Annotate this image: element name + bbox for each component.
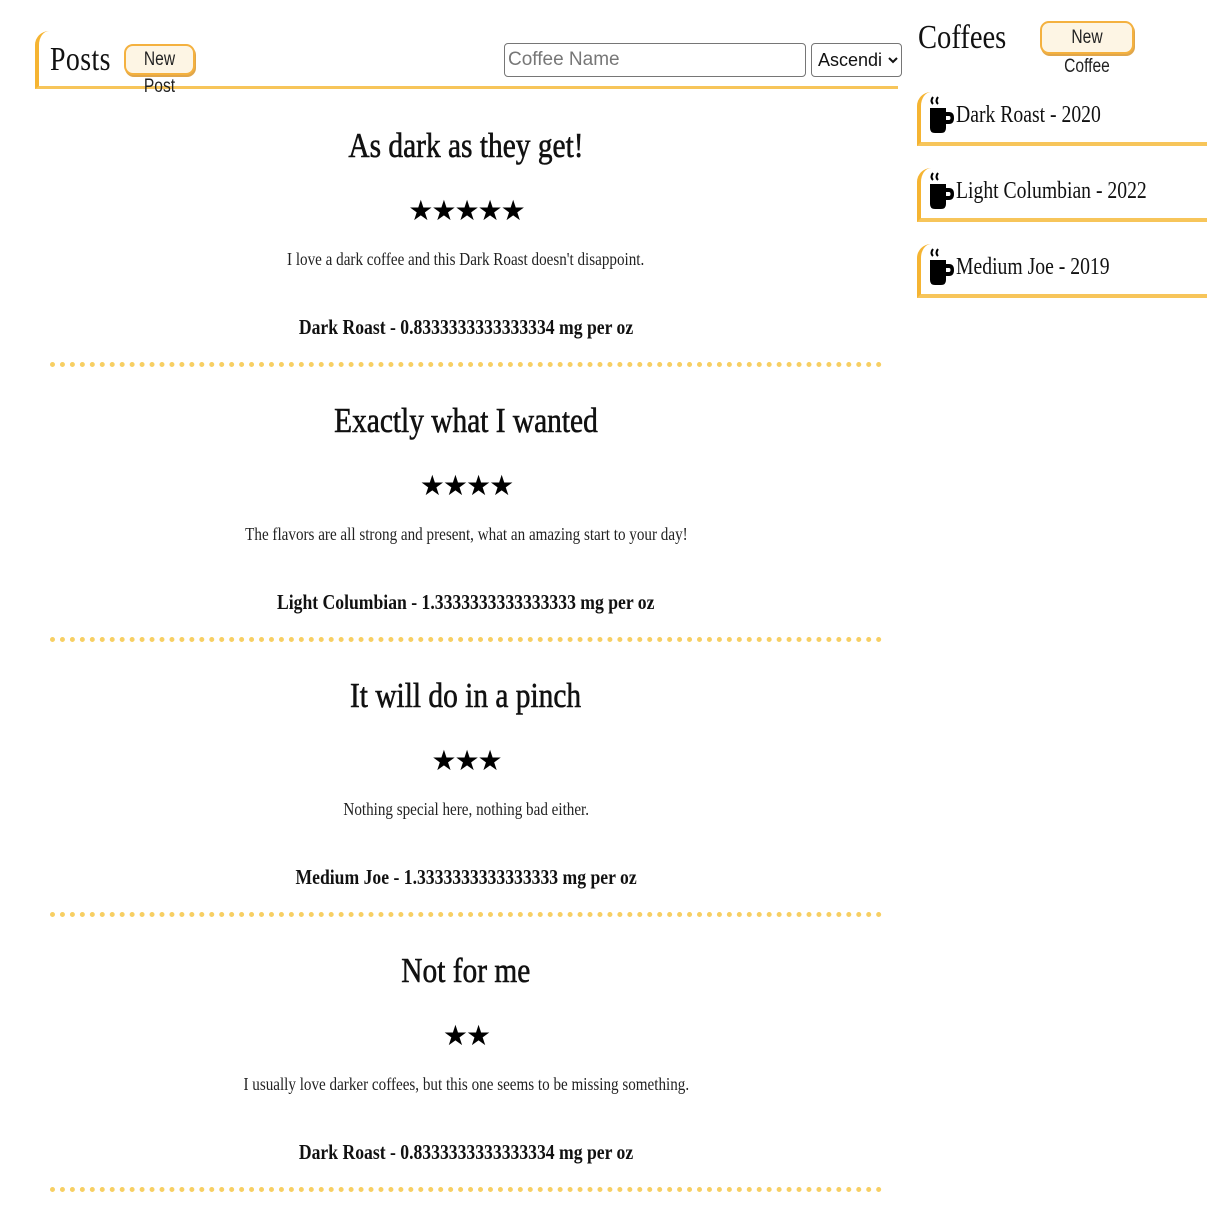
coffees-title: Coffees [918, 19, 1007, 56]
coffee-list-item-label: Light Columbian - 2022 [956, 178, 1147, 204]
post-card: It will do in a pinch ★★★ Nothing specia… [50, 550, 882, 917]
post-title: Not for me [401, 951, 531, 991]
coffee-list-item[interactable]: Light Columbian - 2022 [917, 168, 1207, 222]
coffee-mug-icon [930, 248, 954, 285]
coffee-list-item[interactable]: Medium Joe - 2019 [917, 244, 1207, 298]
coffee-list-item[interactable]: Dark Roast - 2020 [917, 92, 1207, 146]
post-card: Not for me ★★ I usually love darker coff… [50, 825, 882, 1192]
post-body: The flavors are all strong and present, … [244, 524, 688, 544]
post-body: I love a dark coffee and this Dark Roast… [287, 249, 645, 269]
post-card: As dark as they get! ★★★★★ I love a dark… [50, 0, 882, 367]
coffee-mug-icon [930, 96, 954, 133]
new-coffee-button[interactable]: New Coffee [1040, 21, 1134, 77]
coffee-mug-icon [930, 172, 954, 209]
rating-stars: ★★★ [431, 744, 502, 777]
post-body: Nothing special here, nothing bad either… [343, 799, 589, 819]
post-title: Exactly what I wanted [334, 401, 598, 441]
rating-stars: ★★★★★ [408, 194, 526, 227]
post-title: It will do in a pinch [350, 676, 582, 716]
rating-stars: ★★★★ [419, 469, 514, 502]
new-coffee-button-label: New Coffee [1064, 27, 1110, 77]
coffee-list-item-label: Dark Roast - 2020 [956, 102, 1101, 128]
post-body: I usually love darker coffees, but this … [243, 1074, 689, 1094]
post-coffee-info: Dark Roast - 0.8333333333333334 mg per o… [298, 1140, 634, 1164]
rating-stars: ★★ [442, 1019, 491, 1052]
coffee-list-item-label: Medium Joe - 2019 [956, 254, 1110, 280]
post-divider [50, 1187, 882, 1192]
post-title: As dark as they get! [348, 126, 584, 166]
page: Posts New Post Ascending As dark as they… [0, 0, 1222, 1222]
post-card: Exactly what I wanted ★★★★ The flavors a… [50, 275, 882, 642]
